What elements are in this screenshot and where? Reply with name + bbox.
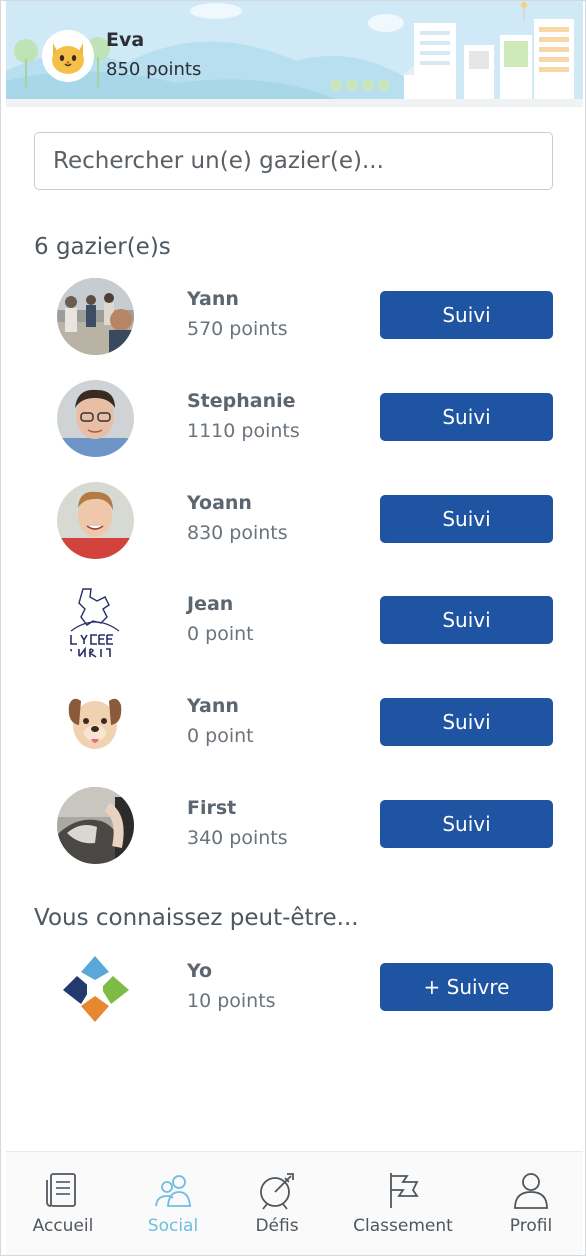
lycee-henri-logo	[57, 583, 134, 660]
avatar[interactable]	[57, 482, 134, 559]
user-avatar[interactable]	[42, 30, 94, 82]
tab-social[interactable]: Social	[118, 1170, 228, 1250]
group-photo	[57, 278, 134, 355]
user-points: 0 point	[187, 725, 254, 747]
tab-label: Social	[147, 1216, 199, 1236]
user-name: Eva	[106, 29, 145, 51]
list-item: Yann 570 points Suivi	[1, 276, 585, 356]
bottom-tab-bar: Accueil Social Défis Classement Profil	[6, 1151, 585, 1255]
user-points: 340 points	[187, 827, 288, 849]
list-item: First 340 points Suivi	[1, 785, 585, 865]
avatar[interactable]	[57, 787, 134, 864]
user-name: Jean	[187, 593, 234, 615]
profile-header: Eva 850 points	[6, 1, 583, 99]
followed-button[interactable]: Suivi	[380, 698, 553, 746]
list-item: Stephanie 1110 points Suivi	[1, 378, 585, 458]
user-name: Yo	[187, 960, 213, 982]
target-arrow-icon	[260, 1173, 294, 1210]
user-points: 10 points	[187, 990, 276, 1012]
cat-face-icon	[52, 43, 84, 74]
app-frame: Eva 850 points 6 gazier(e)s Yann 570 poi…	[0, 0, 586, 1256]
tab-label: Profil	[509, 1216, 553, 1236]
suggestions-title: Vous connaissez peut-être...	[34, 905, 359, 931]
tab-label: Défis	[255, 1216, 299, 1236]
user-points: 850 points	[106, 59, 202, 80]
followed-button[interactable]: Suivi	[380, 800, 553, 848]
follow-button[interactable]: + Suivre	[380, 963, 553, 1011]
user-points: 0 point	[187, 623, 254, 645]
followed-button[interactable]: Suivi	[380, 291, 553, 339]
user-points: 1110 points	[187, 420, 300, 442]
list-item: Yo 10 points + Suivre	[1, 948, 585, 1028]
diamond-logo	[57, 950, 134, 1027]
avatar[interactable]	[57, 685, 134, 762]
tab-defis[interactable]: Défis	[222, 1170, 332, 1250]
following-count-title: 6 gazier(e)s	[34, 234, 171, 260]
man-red-shirt-photo	[57, 482, 134, 559]
user-name: Yann	[187, 695, 239, 717]
followed-button[interactable]: Suivi	[380, 596, 553, 644]
tab-classement[interactable]: Classement	[348, 1170, 458, 1250]
person-icon	[514, 1173, 548, 1209]
avatar[interactable]	[57, 583, 134, 660]
avatar[interactable]	[57, 278, 134, 355]
tab-label: Accueil	[32, 1216, 94, 1236]
tab-profil[interactable]: Profil	[476, 1170, 585, 1250]
flag-icon	[390, 1173, 419, 1208]
user-name: Stephanie	[187, 390, 296, 412]
user-name: First	[187, 797, 237, 819]
list-item: Jean 0 point Suivi	[1, 581, 585, 661]
followed-button[interactable]: Suivi	[380, 393, 553, 441]
tab-label: Classement	[353, 1216, 453, 1236]
user-name: Yoann	[187, 492, 252, 514]
user-name: Yann	[187, 288, 239, 310]
people-icon	[155, 1175, 191, 1207]
header-divider	[6, 99, 583, 107]
animal-photo	[57, 787, 134, 864]
list-item: Yoann 830 points Suivi	[1, 480, 585, 560]
avatar[interactable]	[57, 380, 134, 457]
dog-face-icon	[57, 685, 134, 762]
followed-button[interactable]: Suivi	[380, 495, 553, 543]
user-points: 830 points	[187, 522, 288, 544]
user-points: 570 points	[187, 318, 288, 340]
tab-accueil[interactable]: Accueil	[8, 1170, 118, 1250]
search-input[interactable]	[34, 132, 553, 190]
document-icon	[46, 1173, 76, 1207]
avatar[interactable]	[57, 950, 134, 1027]
list-item: Yann 0 point Suivi	[1, 683, 585, 763]
man-glasses-photo	[57, 380, 134, 457]
